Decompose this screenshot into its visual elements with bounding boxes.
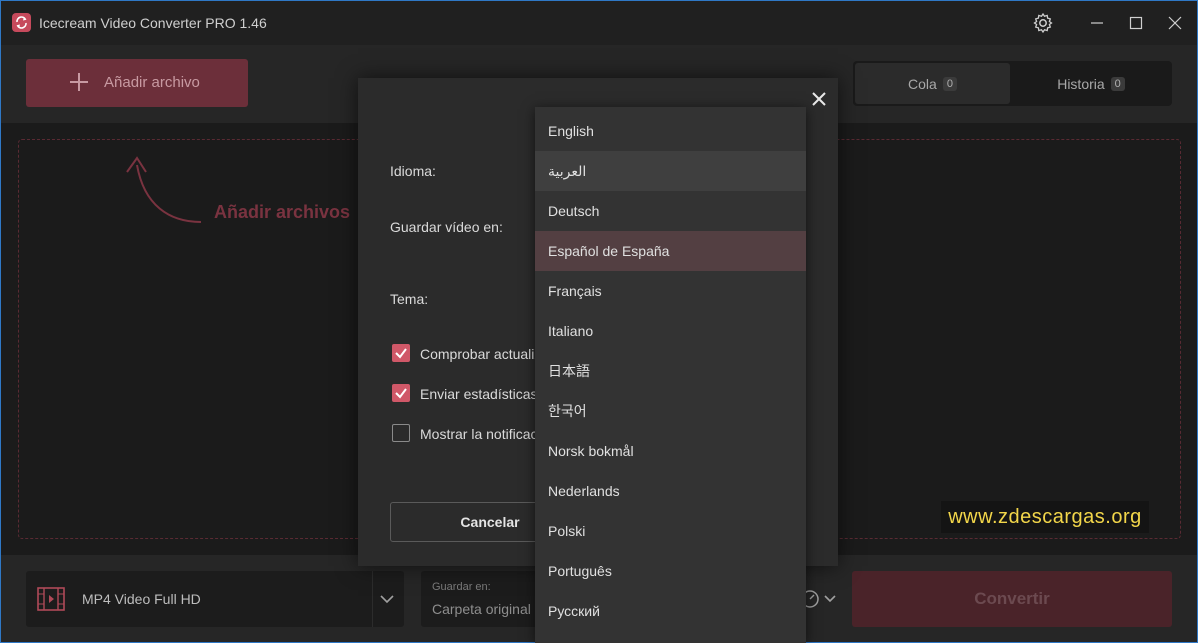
tab-queue[interactable]: Cola 0 — [855, 63, 1010, 104]
show-notification-checkbox[interactable] — [392, 424, 410, 442]
title-bar: Icecream Video Converter PRO 1.46 — [1, 1, 1197, 45]
format-divider — [372, 571, 373, 627]
tab-history[interactable]: Historia 0 — [1012, 63, 1170, 104]
show-notification-label: Mostrar la notificac — [420, 426, 538, 442]
send-stats-checkbox[interactable] — [392, 384, 410, 402]
theme-label: Tema: — [390, 291, 429, 307]
format-selector[interactable]: MP4 Video Full HD — [26, 571, 404, 627]
send-stats-label: Enviar estadísticas — [420, 386, 538, 402]
film-icon — [37, 587, 65, 611]
checkmark-icon — [395, 348, 407, 359]
tab-history-count: 0 — [1110, 76, 1125, 91]
watermark-text: www.zdescargas.org — [941, 501, 1149, 533]
language-label: Idioma: — [390, 163, 436, 179]
language-option-arabic[interactable]: العربية — [535, 151, 806, 191]
language-option-french[interactable]: Français — [535, 271, 806, 311]
language-option-german[interactable]: Deutsch — [535, 191, 806, 231]
language-option-italian[interactable]: Italiano — [535, 311, 806, 351]
language-option-russian[interactable]: Русский — [535, 591, 806, 631]
close-dialog-icon[interactable] — [808, 88, 830, 110]
save-video-label: Guardar vídeo en: — [390, 219, 503, 235]
save-to-value: Carpeta original — [432, 601, 531, 617]
save-to-selector[interactable]: Guardar en: Carpeta original — [421, 571, 537, 627]
tab-queue-label: Cola — [908, 75, 937, 92]
curved-arrow-icon — [126, 156, 202, 223]
add-file-button[interactable]: Añadir archivo — [26, 59, 248, 107]
convert-button[interactable]: Convertir — [852, 571, 1172, 627]
language-option-english[interactable]: English — [535, 111, 806, 151]
plus-icon — [70, 73, 88, 91]
settings-gear-icon[interactable] — [1031, 11, 1055, 35]
check-updates-checkbox[interactable] — [392, 344, 410, 362]
language-option-portuguese[interactable]: Português — [535, 551, 806, 591]
chevron-down-icon[interactable] — [379, 591, 395, 607]
schedule-timer-icon[interactable] — [801, 588, 839, 610]
minimize-icon[interactable] — [1085, 11, 1109, 35]
language-dropdown-menu: English العربية Deutsch Español de Españ… — [535, 107, 806, 643]
tab-history-label: Historia — [1057, 75, 1105, 92]
format-label: MP4 Video Full HD — [82, 591, 201, 607]
close-window-icon[interactable] — [1163, 11, 1187, 35]
add-file-label: Añadir archivo — [104, 74, 200, 91]
language-option-spanish[interactable]: Español de España — [535, 231, 806, 271]
language-option-korean[interactable]: 한국어 — [535, 391, 806, 431]
drop-hint-text: Añadir archivos — [214, 202, 351, 222]
checkmark-icon — [395, 388, 407, 399]
maximize-icon[interactable] — [1124, 11, 1148, 35]
language-option-dutch[interactable]: Nederlands — [535, 471, 806, 511]
language-option-polish[interactable]: Polski — [535, 511, 806, 551]
language-option-japanese[interactable]: 日本語 — [535, 351, 806, 391]
queue-history-tabs: Cola 0 Historia 0 — [853, 61, 1172, 106]
app-logo-icon — [12, 13, 31, 32]
language-option-norwegian[interactable]: Norsk bokmål — [535, 431, 806, 471]
save-to-caption: Guardar en: — [432, 581, 491, 593]
check-updates-label: Comprobar actualiz — [420, 346, 542, 362]
tab-queue-count: 0 — [942, 76, 957, 91]
window-title: Icecream Video Converter PRO 1.46 — [39, 15, 267, 31]
